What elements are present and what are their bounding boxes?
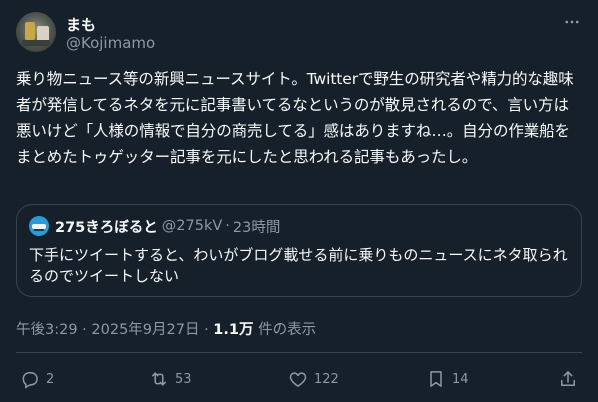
author-display-name[interactable]: まも: [66, 14, 96, 35]
bookmark-button[interactable]: 14: [426, 366, 469, 392]
tweet-meta: 午後3:29 · 2025年9月27日 · 1.1万 件の表示: [16, 318, 316, 339]
quoted-handle: @275kV: [161, 218, 223, 234]
quoted-text: 下手にツイートすると、わいがブログ載せる前に乗りものニュースにネタ取られるのでツ…: [29, 246, 568, 285]
author-handle[interactable]: @Kojimamo: [66, 34, 155, 52]
quoted-avatar: [29, 216, 49, 236]
like-count: 122: [314, 371, 339, 387]
more-button[interactable]: [562, 12, 582, 32]
heart-icon: [289, 372, 307, 387]
repost-icon: [152, 372, 166, 386]
tweet: まも @Kojimamo 乗り物ニュース等の新興ニュースサイト。Twitterで…: [0, 0, 598, 402]
reply-button[interactable]: 2: [20, 366, 54, 392]
avatar[interactable]: [16, 12, 56, 52]
reply-count: 2: [46, 371, 55, 387]
quoted-separator: ·: [225, 218, 230, 234]
reply-icon: [22, 372, 38, 389]
divider: [16, 352, 582, 353]
quoted-tweet-header: 275きろぼると @275kV · 23時間: [29, 215, 569, 237]
views-label: 件の表示: [258, 322, 317, 338]
tweet-text: 乗り物ニュース等の新興ニュースサイト。Twitterで野生の研究者や精力的な趣味…: [16, 70, 574, 166]
share-icon: [561, 371, 575, 386]
views-count: 1.1万: [213, 322, 254, 338]
action-bar: 2 53 122 14: [16, 366, 582, 392]
quoted-time: 23時間: [232, 219, 281, 236]
timestamp[interactable]: 午後3:29 · 2025年9月27日 ·: [16, 322, 209, 338]
quoted-tweet[interactable]: 275きろぼると @275kV · 23時間 下手にツイートすると、わいがブログ…: [16, 204, 582, 297]
bookmark-icon: [430, 371, 442, 387]
tweet-header: まも @Kojimamo: [16, 12, 582, 56]
more-horizontal-icon: [565, 20, 579, 24]
share-button[interactable]: [558, 366, 578, 392]
bookmark-count: 14: [452, 371, 469, 387]
repost-button[interactable]: 53: [149, 366, 192, 392]
repost-count: 53: [175, 371, 192, 387]
quoted-display-name: 275きろぼると: [55, 219, 158, 236]
like-button[interactable]: 122: [288, 366, 339, 392]
